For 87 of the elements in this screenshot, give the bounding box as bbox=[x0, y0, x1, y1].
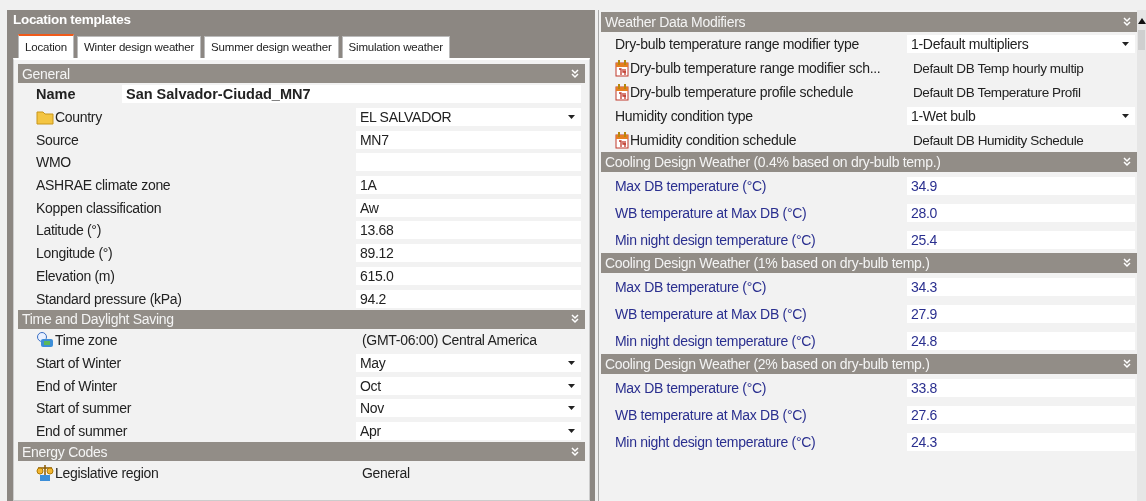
folder-icon bbox=[36, 109, 54, 126]
dropdown-field[interactable]: EL SALVADOR bbox=[356, 108, 581, 127]
input-field[interactable]: 89.12 bbox=[356, 244, 581, 263]
calendar-icon bbox=[615, 59, 629, 77]
field-value: (GMT-06:00) Central America bbox=[361, 332, 538, 349]
dropdown-arrow-icon bbox=[568, 406, 575, 411]
field-label: Latitude (°) bbox=[36, 222, 102, 239]
field-value: General bbox=[361, 464, 411, 481]
field-label: Max DB temperature (°C) bbox=[615, 379, 767, 396]
double-chevron-icon[interactable] bbox=[571, 314, 579, 325]
input-field[interactable]: 34.9 bbox=[907, 176, 1135, 195]
tab[interactable]: Location bbox=[18, 34, 74, 58]
calendar-icon bbox=[615, 131, 629, 149]
double-chevron-icon[interactable] bbox=[1123, 359, 1131, 369]
globe-icon bbox=[36, 332, 54, 349]
tab[interactable]: Summer design weather bbox=[204, 36, 339, 58]
dropdown-field[interactable]: Apr bbox=[356, 421, 581, 440]
field-label: Dry-bulb temperature profile schedule bbox=[630, 84, 854, 100]
field-label: Humidity condition schedule bbox=[630, 132, 797, 148]
calendar-icon bbox=[615, 83, 629, 101]
field-label: WB temperature at Max DB (°C) bbox=[615, 406, 807, 423]
double-chevron-icon[interactable] bbox=[1123, 17, 1131, 27]
field-label: Humidity condition type bbox=[615, 108, 753, 124]
field-label: Longitude (°) bbox=[36, 245, 113, 262]
double-chevron-icon[interactable] bbox=[571, 446, 579, 457]
double-chevron-icon[interactable] bbox=[1123, 157, 1131, 167]
input-field[interactable]: Aw bbox=[356, 198, 581, 217]
field-value: Default DB Temp hourly multip bbox=[912, 60, 1085, 76]
input-field[interactable]: 25.4 bbox=[907, 230, 1135, 249]
field-label: Start of Winter bbox=[36, 354, 121, 371]
field-label: Country bbox=[55, 109, 102, 126]
scrollbar[interactable] bbox=[1137, 10, 1146, 501]
field-label: Time zone bbox=[55, 332, 118, 349]
field-label: Legislative region bbox=[55, 464, 159, 481]
dropdown-arrow-icon bbox=[568, 428, 575, 433]
field-label: Name bbox=[36, 86, 76, 103]
input-field[interactable]: 615.0 bbox=[356, 266, 581, 285]
field-label: WMO bbox=[36, 154, 71, 171]
dropdown-arrow-icon bbox=[568, 115, 575, 120]
field-label: Source bbox=[36, 131, 79, 148]
dropdown-arrow-icon bbox=[568, 383, 575, 388]
field-label: Min night design temperature (°C) bbox=[615, 433, 816, 450]
dropdown-arrow-icon bbox=[1122, 42, 1129, 46]
input-field[interactable]: 28.0 bbox=[907, 203, 1135, 222]
scroll-up-icon[interactable] bbox=[1137, 18, 1146, 24]
double-chevron-icon[interactable] bbox=[571, 68, 579, 79]
field-label: Start of summer bbox=[36, 400, 132, 417]
dropdown-arrow-icon bbox=[1122, 114, 1129, 118]
field-label: End of Winter bbox=[36, 377, 117, 394]
field-label: Koppen classification bbox=[36, 199, 162, 216]
field-label: Elevation (m) bbox=[36, 267, 115, 284]
field-value: Default DB Temperature Profil bbox=[912, 84, 1082, 100]
field-label: Min night design temperature (°C) bbox=[615, 332, 816, 349]
scrollbar-thumb[interactable] bbox=[1138, 30, 1145, 50]
dropdown-field[interactable]: Oct bbox=[356, 376, 581, 395]
field-label: Max DB temperature (°C) bbox=[615, 177, 767, 194]
field-label: Max DB temperature (°C) bbox=[615, 278, 767, 295]
input-field[interactable]: 34.3 bbox=[907, 277, 1135, 296]
dropdown-field[interactable]: May bbox=[356, 353, 581, 372]
panel-title: Location templates bbox=[13, 12, 131, 27]
field-label: WB temperature at Max DB (°C) bbox=[615, 204, 807, 221]
field-label: End of summer bbox=[36, 422, 128, 439]
scales-icon bbox=[36, 463, 54, 482]
input-field[interactable]: MN7 bbox=[356, 130, 581, 149]
input-field[interactable]: 24.3 bbox=[907, 432, 1135, 451]
input-field[interactable]: 94.2 bbox=[356, 289, 581, 308]
input-field[interactable]: 33.8 bbox=[907, 378, 1135, 397]
input-field[interactable]: 27.6 bbox=[907, 405, 1135, 424]
input-field[interactable]: 24.8 bbox=[907, 331, 1135, 350]
input-field[interactable]: 13.68 bbox=[356, 221, 581, 240]
field-label: Min night design temperature (°C) bbox=[615, 231, 816, 248]
dropdown-arrow-icon bbox=[568, 360, 575, 365]
double-chevron-icon[interactable] bbox=[1123, 258, 1131, 268]
dropdown-field[interactable]: 1-Wet bulb bbox=[907, 107, 1135, 125]
name-field[interactable]: San Salvador-Ciudad_MN7 bbox=[122, 85, 581, 104]
field-label: WB temperature at Max DB (°C) bbox=[615, 305, 807, 322]
field-label: Standard pressure (kPa) bbox=[36, 290, 182, 307]
input-field[interactable]: 1A bbox=[356, 176, 581, 195]
tab[interactable]: Simulation weather bbox=[341, 36, 450, 58]
dropdown-field[interactable]: 1-Default multipliers bbox=[907, 35, 1135, 53]
field-label: Dry-bulb temperature range modifier sch... bbox=[630, 60, 881, 76]
input-field[interactable]: 27.9 bbox=[907, 304, 1135, 323]
dropdown-field[interactable]: Nov bbox=[356, 399, 581, 418]
field-label: ASHRAE climate zone bbox=[36, 177, 171, 194]
field-value: Default DB Humidity Schedule bbox=[912, 132, 1085, 148]
field-label: Dry-bulb temperature range modifier type bbox=[615, 36, 859, 52]
tab[interactable]: Winter design weather bbox=[76, 36, 202, 58]
